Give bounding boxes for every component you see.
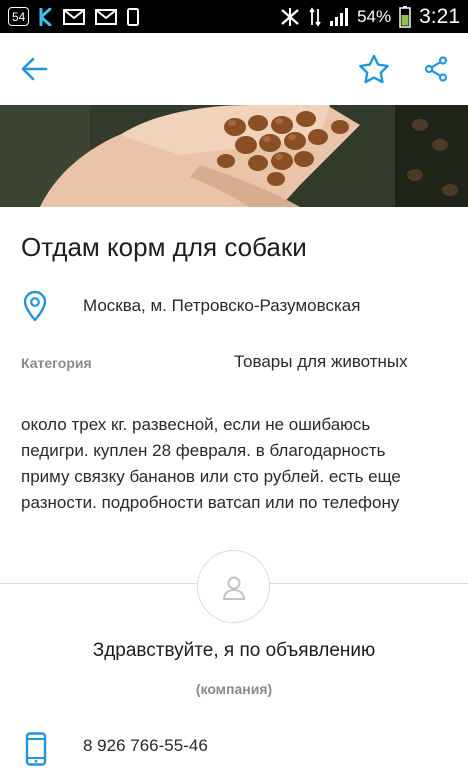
- arrow-left-icon: [21, 57, 48, 81]
- listing-description: около трех кг. развесной, если не ошибаю…: [21, 412, 451, 516]
- description-line: приму связку бананов или сто рублей. ест…: [21, 467, 401, 486]
- clock: 3:21: [419, 4, 460, 28]
- notification-count-badge: 54: [8, 7, 30, 26]
- status-bar-system: 54% 3:21: [279, 0, 460, 33]
- listing-photo[interactable]: [0, 105, 468, 207]
- phone-number[interactable]: 8 926 766-55-46: [83, 736, 208, 756]
- battery-percent: 54%: [357, 6, 392, 26]
- mail-icon: [95, 8, 118, 25]
- mobile-phone-icon: [25, 732, 47, 770]
- seller-type: (компания): [195, 681, 273, 697]
- share-icon: [424, 56, 448, 82]
- signal-icon: [329, 7, 349, 27]
- seller-greeting: Здравствуйте, я по объявлению: [92, 640, 376, 661]
- user-avatar-icon: [222, 576, 245, 600]
- favorite-button[interactable]: [356, 51, 392, 87]
- toolbar: [0, 33, 468, 105]
- kaspersky-k-icon: [39, 7, 53, 26]
- network-4g-icon: [309, 6, 321, 27]
- mail-icon: [63, 8, 86, 25]
- status-bar-notifications: 54: [8, 0, 140, 33]
- dog-food-photo: [0, 105, 468, 207]
- description-line: разности. подробности ватсап или по теле…: [21, 493, 400, 512]
- location-text: Москва, м. Петровско-Разумовская: [83, 296, 361, 315]
- category-label: Категория: [21, 355, 92, 371]
- category-value: Товары для животных: [234, 352, 408, 371]
- description-line: около трех кг. развесной, если не ошибаю…: [21, 415, 371, 434]
- phone-row[interactable]: 8 926 766-55-46: [21, 730, 451, 766]
- phone-icon: [127, 7, 140, 26]
- listing-title: Отдам корм для собаки: [21, 232, 307, 262]
- status-bar: 54 54% 3:21: [0, 0, 468, 33]
- vibrate-icon: [279, 7, 301, 27]
- map-pin-icon: [21, 288, 49, 324]
- star-outline-icon: [359, 54, 389, 84]
- location-row[interactable]: Москва, м. Петровско-Разумовская: [21, 288, 451, 324]
- battery-icon: [399, 5, 411, 28]
- description-line: педигри. куплен 28 февраля. в благодарно…: [21, 441, 386, 460]
- share-button[interactable]: [418, 51, 454, 87]
- seller-avatar[interactable]: [197, 550, 270, 623]
- back-button[interactable]: [16, 51, 52, 87]
